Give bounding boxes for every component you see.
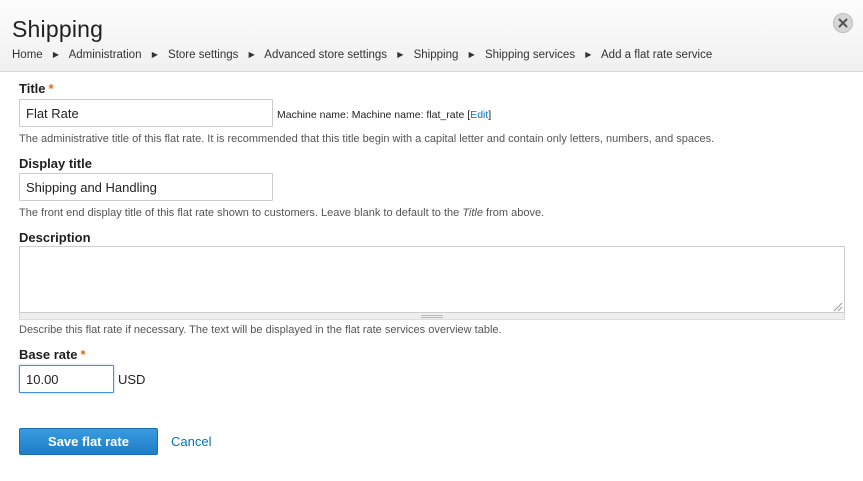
- display-title-label: Display title: [19, 156, 92, 171]
- triangle-right-icon: ▶: [468, 50, 475, 59]
- title-input[interactable]: [19, 99, 273, 127]
- save-flat-rate-button[interactable]: Save flat rate: [19, 428, 158, 455]
- grip-icon: [421, 315, 443, 318]
- breadcrumb-advanced-store-settings[interactable]: Advanced store settings: [264, 49, 387, 61]
- cancel-link[interactable]: Cancel: [171, 434, 211, 449]
- display-title-input[interactable]: [19, 173, 273, 201]
- close-button[interactable]: [833, 13, 853, 33]
- breadcrumb-home[interactable]: Home: [12, 49, 43, 61]
- description-textarea[interactable]: [19, 246, 845, 313]
- machine-name-edit-link[interactable]: Edit: [470, 109, 488, 121]
- triangle-right-icon: ▶: [585, 50, 592, 59]
- base-rate-label: Base rate *: [19, 347, 86, 362]
- required-marker: *: [48, 81, 54, 96]
- title-description: The administrative title of this flat ra…: [19, 133, 715, 145]
- close-icon: [838, 18, 848, 28]
- textarea-grippie[interactable]: [19, 313, 845, 320]
- required-marker: *: [80, 347, 86, 362]
- description-label: Description: [19, 230, 91, 245]
- breadcrumb: Home ▶ Administration ▶ Store settings ▶…: [12, 49, 712, 61]
- breadcrumb-add-flat-rate-service: Add a flat rate service: [601, 49, 713, 61]
- breadcrumb-shipping-services[interactable]: Shipping services: [485, 49, 575, 61]
- triangle-right-icon: ▶: [52, 50, 60, 59]
- triangle-right-icon: ▶: [397, 50, 404, 59]
- title-label: Title *: [19, 81, 54, 96]
- currency-unit: USD: [118, 372, 146, 387]
- resize-handle-icon[interactable]: [831, 300, 843, 312]
- breadcrumb-administration[interactable]: Administration: [69, 49, 142, 61]
- triangle-right-icon: ▶: [248, 50, 255, 59]
- triangle-right-icon: ▶: [151, 50, 158, 59]
- page-header: Shipping Home ▶ Administration ▶ Store s…: [0, 0, 863, 72]
- page-title: Shipping: [12, 16, 104, 42]
- breadcrumb-store-settings[interactable]: Store settings: [168, 49, 238, 61]
- breadcrumb-shipping[interactable]: Shipping: [414, 49, 459, 61]
- display-title-description: The front end display title of this flat…: [19, 207, 545, 219]
- description-help: Describe this flat rate if necessary. Th…: [19, 324, 502, 336]
- machine-name: Machine name: Machine name: flat_rate [E…: [277, 109, 492, 121]
- base-rate-input[interactable]: [19, 365, 114, 393]
